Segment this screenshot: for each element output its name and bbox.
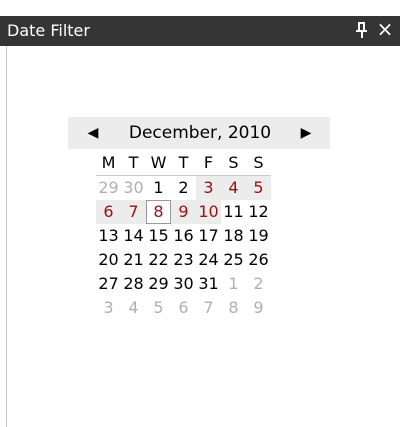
day-cell[interactable]: 19 (246, 224, 271, 248)
selected-day-cell[interactable]: 8 (146, 200, 171, 224)
weekday-header: T (121, 151, 146, 176)
calendar: ◀ December, 2010 ▶ M T W T F S S 29 30 1… (68, 117, 330, 317)
day-cell[interactable]: 22 (146, 248, 171, 272)
weekday-header: T (171, 151, 196, 176)
day-cell[interactable]: 24 (196, 248, 221, 272)
day-cell[interactable]: 3 (96, 296, 121, 320)
day-cell[interactable]: 3 (196, 175, 221, 200)
calendar-grid: M T W T F S S 29 30 1 2 3 4 5 6 7 8 9 10… (96, 151, 271, 320)
prev-month-button[interactable]: ◀ (78, 117, 108, 149)
close-icon[interactable]: × (375, 18, 395, 40)
day-cell[interactable]: 7 (121, 200, 146, 224)
week-row: 20 21 22 23 24 25 26 (96, 248, 271, 272)
weekday-header: W (146, 151, 171, 176)
day-cell[interactable]: 29 (146, 272, 171, 296)
calendar-header: ◀ December, 2010 ▶ (68, 117, 330, 149)
day-cell[interactable]: 9 (246, 296, 271, 320)
day-cell[interactable]: 5 (246, 175, 271, 200)
day-cell[interactable]: 10 (196, 200, 221, 224)
day-cell[interactable]: 11 (221, 200, 246, 224)
day-cell[interactable]: 8 (221, 296, 246, 320)
day-cell[interactable]: 30 (121, 176, 146, 201)
pin-icon[interactable] (353, 20, 371, 40)
day-cell[interactable]: 4 (221, 175, 246, 200)
panel-title: Date Filter (7, 21, 90, 40)
week-row: 29 30 1 2 3 4 5 (96, 175, 271, 201)
day-cell[interactable]: 31 (196, 272, 221, 296)
day-cell[interactable]: 29 (96, 176, 121, 201)
day-cell[interactable]: 6 (96, 200, 121, 224)
week-row: 3 4 5 6 7 8 9 (96, 296, 271, 320)
day-cell[interactable]: 25 (221, 248, 246, 272)
day-cell[interactable]: 2 (171, 176, 196, 201)
weekday-header: S (221, 151, 246, 176)
day-cell[interactable]: 27 (96, 272, 121, 296)
day-cell[interactable]: 30 (171, 272, 196, 296)
day-cell[interactable]: 5 (146, 296, 171, 320)
day-cell[interactable]: 15 (146, 224, 171, 248)
day-cell[interactable]: 9 (171, 200, 196, 224)
day-cell[interactable]: 1 (221, 272, 246, 296)
day-cell[interactable]: 14 (121, 224, 146, 248)
weekday-header: F (196, 151, 221, 176)
week-row: 13 14 15 16 17 18 19 (96, 224, 271, 248)
day-cell[interactable]: 20 (96, 248, 121, 272)
weekday-header: S (246, 151, 271, 176)
day-cell[interactable]: 6 (171, 296, 196, 320)
day-cell[interactable]: 2 (246, 272, 271, 296)
weekday-header: M (96, 151, 121, 176)
panel-titlebar: Date Filter × (0, 16, 400, 46)
week-row: 27 28 29 30 31 1 2 (96, 272, 271, 296)
month-label: December, 2010 (128, 123, 272, 143)
day-cell[interactable]: 7 (196, 296, 221, 320)
panel-left-border (0, 46, 7, 427)
day-cell[interactable]: 26 (246, 248, 271, 272)
weekday-row: M T W T F S S (96, 151, 271, 176)
week-row: 6 7 8 9 10 11 12 (96, 200, 271, 224)
day-cell[interactable]: 17 (196, 224, 221, 248)
day-cell[interactable]: 16 (171, 224, 196, 248)
day-cell[interactable]: 1 (146, 176, 171, 201)
day-cell[interactable]: 23 (171, 248, 196, 272)
day-cell[interactable]: 18 (221, 224, 246, 248)
date-filter-panel: Date Filter × ◀ December, 2010 ▶ M T W T… (0, 0, 400, 427)
next-month-button[interactable]: ▶ (291, 117, 321, 149)
day-cell[interactable]: 12 (246, 200, 271, 224)
day-cell[interactable]: 28 (121, 272, 146, 296)
day-cell[interactable]: 21 (121, 248, 146, 272)
day-cell[interactable]: 4 (121, 296, 146, 320)
day-cell[interactable]: 13 (96, 224, 121, 248)
